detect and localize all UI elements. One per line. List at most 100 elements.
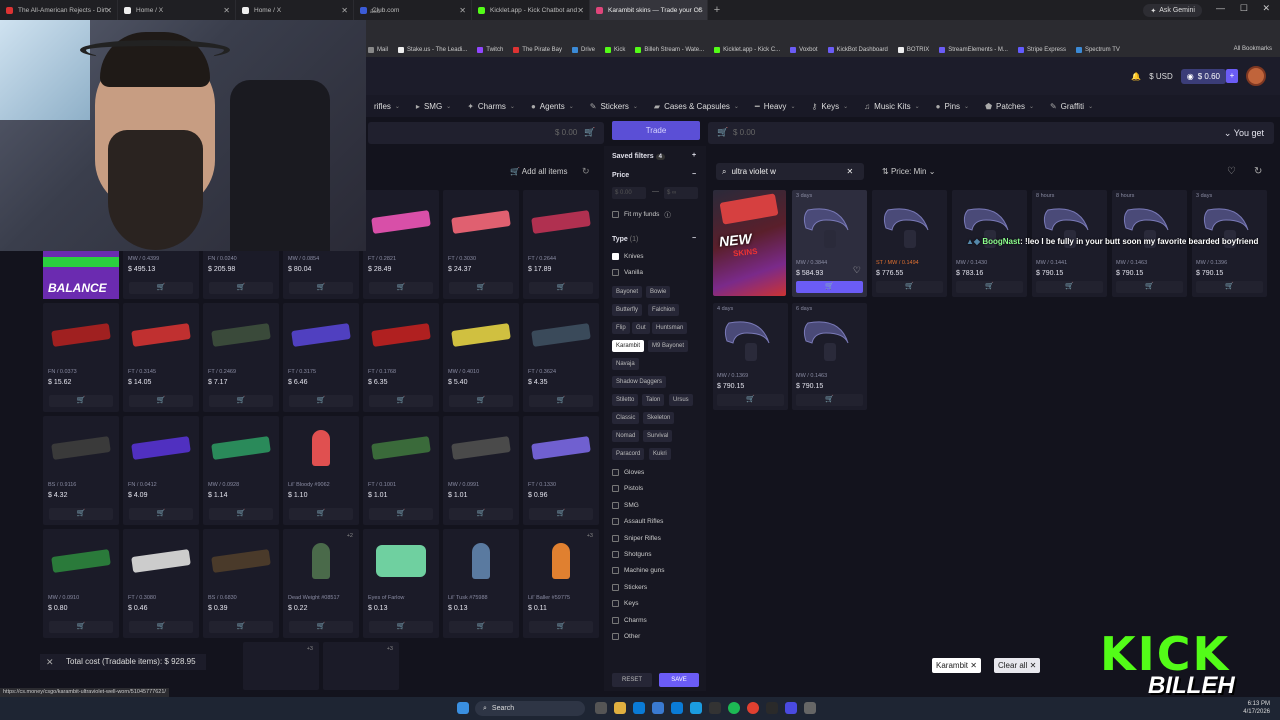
chip-karambit[interactable]: Karambit bbox=[612, 340, 645, 352]
karambit-card[interactable]: 6 days MW / 0.1463 $ 790.15 🛒 bbox=[792, 303, 867, 410]
close-tab-icon[interactable]: ✕ bbox=[695, 6, 702, 15]
favorite-icon[interactable]: ♡ bbox=[853, 265, 861, 276]
add-to-cart-button[interactable]: 🛒 bbox=[449, 282, 513, 294]
item-card[interactable]: Lil' Bloody #9062 $ 1.10 🛒 bbox=[283, 416, 359, 525]
bookmark-item[interactable]: Mail bbox=[368, 46, 388, 53]
all-bookmarks-link[interactable]: All Bookmarks bbox=[1234, 46, 1272, 52]
type-smg-checkbox[interactable]: SMG bbox=[612, 501, 639, 509]
ask-gemini-button[interactable]: ✦ Ask Gemini bbox=[1143, 4, 1202, 17]
search-field[interactable]: ⌕ ✕ bbox=[716, 163, 864, 180]
bookmark-item[interactable]: Twitch bbox=[477, 46, 503, 53]
spotify-icon[interactable] bbox=[728, 702, 740, 714]
karambit-card[interactable]: 4 days MW / 0.1369 $ 790.15 🛒 bbox=[713, 303, 788, 410]
fit-my-funds-checkbox[interactable]: Fit my funds ⓘ bbox=[612, 209, 671, 219]
url-text[interactable]: asc bbox=[370, 8, 380, 15]
checkbox-box[interactable] bbox=[612, 616, 619, 624]
price-max-input[interactable]: $ ∞ bbox=[664, 187, 698, 199]
add-to-cart-button[interactable]: 🛒 bbox=[876, 281, 943, 293]
add-funds-button[interactable]: + bbox=[1226, 69, 1238, 83]
bookmark-item[interactable]: Kick bbox=[605, 46, 625, 53]
item-card[interactable]: Lil' Tusk #75988 $ 0.13 🛒 bbox=[443, 529, 519, 638]
search-input[interactable] bbox=[731, 167, 842, 176]
chip-survival[interactable]: Survival bbox=[643, 430, 673, 442]
add-to-cart-button[interactable]: 🛒 bbox=[529, 621, 593, 633]
bookmark-item[interactable]: Voxbot bbox=[790, 46, 818, 53]
chip-navaja[interactable]: Navaja bbox=[612, 358, 639, 370]
item-card[interactable]: MW / 0.0910 $ 0.80 🛒 bbox=[43, 529, 119, 638]
add-to-cart-button[interactable]: 🛒 bbox=[529, 282, 593, 294]
type-pistols-checkbox[interactable]: Pistols bbox=[612, 485, 643, 493]
new-tab-button[interactable]: + bbox=[708, 4, 726, 16]
clear-all-button[interactable]: Clear all ✕ bbox=[994, 658, 1041, 673]
item-card[interactable]: FN / 0.0373 $ 15.62 🛒 bbox=[43, 303, 119, 412]
chip-nomad[interactable]: Nomad bbox=[612, 430, 640, 442]
type-keys-checkbox[interactable]: Keys bbox=[612, 600, 638, 608]
refresh-icon[interactable]: ↻ bbox=[582, 166, 590, 177]
you-get-toggle[interactable]: ⌄ You get bbox=[1224, 128, 1264, 139]
browser-tab[interactable]: Karambit skins — Trade your CS ✕ bbox=[590, 0, 708, 20]
bookmark-item[interactable]: Stake.us - The Leadi... bbox=[398, 46, 467, 53]
add-to-cart-button[interactable]: 🛒 bbox=[1036, 281, 1103, 293]
chip-butterfly[interactable]: Butterfly bbox=[612, 304, 643, 316]
saved-filters-heading[interactable]: Saved filters 4 bbox=[612, 153, 665, 160]
browser-tab[interactable]: Kicklet.app - Kick Chatbot and ✕ bbox=[472, 0, 590, 20]
add-to-cart-button[interactable]: 🛒 bbox=[369, 508, 433, 520]
clear-search-icon[interactable]: ✕ bbox=[846, 167, 853, 176]
type-stickers-checkbox[interactable]: Stickers bbox=[612, 583, 647, 591]
sort-dropdown[interactable]: ⇅ Price: Min ⌄ bbox=[882, 167, 935, 176]
type-sniper-rifles-checkbox[interactable]: Sniper Rifles bbox=[612, 534, 661, 542]
add-to-cart-button[interactable]: 🛒 bbox=[49, 508, 113, 520]
add-to-cart-button[interactable]: 🛒 bbox=[717, 394, 784, 406]
add-to-cart-button[interactable]: 🛒 bbox=[129, 282, 193, 294]
add-to-cart-button[interactable]: 🛒 bbox=[289, 282, 353, 294]
item-card[interactable]: FT / 0.2644 $ 17.89 🛒 bbox=[523, 190, 599, 299]
save-button[interactable]: SAVE bbox=[659, 673, 699, 687]
add-to-cart-button[interactable]: 🛒 bbox=[796, 394, 863, 406]
category-rifles[interactable]: rifles ⌄ bbox=[370, 102, 400, 111]
balance-display[interactable]: ◉ $ 0.60 bbox=[1180, 68, 1226, 84]
add-to-cart-button[interactable]: 🛒 bbox=[449, 395, 513, 407]
item-card[interactable]: FT / 0.3624 $ 4.35 🛒 bbox=[523, 303, 599, 412]
promo-banner[interactable]: NEW SKINS bbox=[713, 190, 786, 296]
add-to-cart-button[interactable]: 🛒 bbox=[1196, 281, 1263, 293]
chip-flip[interactable]: Flip bbox=[612, 322, 630, 334]
bell-icon[interactable]: 🔔 bbox=[1131, 72, 1141, 81]
price-min-input[interactable]: $ 0.00 bbox=[612, 187, 646, 199]
bookmark-item[interactable]: Billeh Stream - Wate... bbox=[635, 46, 704, 53]
chrome-icon[interactable] bbox=[747, 702, 759, 714]
edge-icon[interactable] bbox=[633, 702, 645, 714]
bookmark-item[interactable]: Spectrum TV bbox=[1075, 46, 1120, 53]
category-music-kits[interactable]: ♫ Music Kits ⌄ bbox=[864, 102, 919, 111]
checkbox-box[interactable] bbox=[612, 551, 619, 558]
item-card[interactable]: FT / 0.3080 $ 0.46 🛒 bbox=[123, 529, 199, 638]
minimize-icon[interactable]: — bbox=[1216, 3, 1225, 13]
category-pins[interactable]: ● Pins ⌄ bbox=[936, 102, 969, 111]
category-cases-capsules[interactable]: ▰ Cases & Capsules ⌄ bbox=[654, 102, 739, 111]
close-tab-icon[interactable]: ✕ bbox=[459, 6, 466, 15]
add-to-cart-button[interactable]: 🛒 bbox=[529, 508, 593, 520]
item-card[interactable]: FT / 0.1330 $ 0.96 🛒 bbox=[523, 416, 599, 525]
discord-icon[interactable] bbox=[785, 702, 797, 714]
add-to-cart-button[interactable]: 🛒 bbox=[369, 395, 433, 407]
item-card[interactable]: FN / 0.0412 $ 4.09 🛒 bbox=[123, 416, 199, 525]
chip-falchion[interactable]: Falchion bbox=[648, 304, 679, 316]
category-charms[interactable]: ✦ Charms ⌄ bbox=[467, 102, 515, 111]
type-other-checkbox[interactable]: Other bbox=[612, 633, 640, 640]
bookmark-item[interactable]: BOTRIX bbox=[897, 46, 929, 53]
item-card[interactable]: FT / 0.3175 $ 6.46 🛒 bbox=[283, 303, 359, 412]
close-tab-icon[interactable]: ✕ bbox=[341, 6, 348, 15]
bookmark-item[interactable]: The Pirate Bay bbox=[513, 46, 562, 53]
obs-icon[interactable] bbox=[766, 702, 778, 714]
add-to-cart-button[interactable]: 🛒 bbox=[209, 621, 273, 633]
chip-paracord[interactable]: Paracord bbox=[612, 448, 645, 460]
add-to-cart-button[interactable]: 🛒 bbox=[449, 621, 513, 633]
item-card[interactable]: BS / 0.6830 $ 0.39 🛒 bbox=[203, 529, 279, 638]
vanilla-checkbox[interactable]: Vanilla bbox=[612, 269, 643, 276]
category-keys[interactable]: ⚷ Keys ⌄ bbox=[811, 102, 848, 111]
windows-start-icon[interactable] bbox=[457, 702, 469, 714]
checkbox-box[interactable] bbox=[612, 567, 619, 575]
checkbox-box[interactable] bbox=[612, 534, 619, 542]
chip-gut[interactable]: Gut bbox=[632, 322, 650, 334]
item-card[interactable]: +3 bbox=[243, 642, 319, 690]
add-to-cart-button[interactable]: 🛒 bbox=[209, 282, 273, 294]
